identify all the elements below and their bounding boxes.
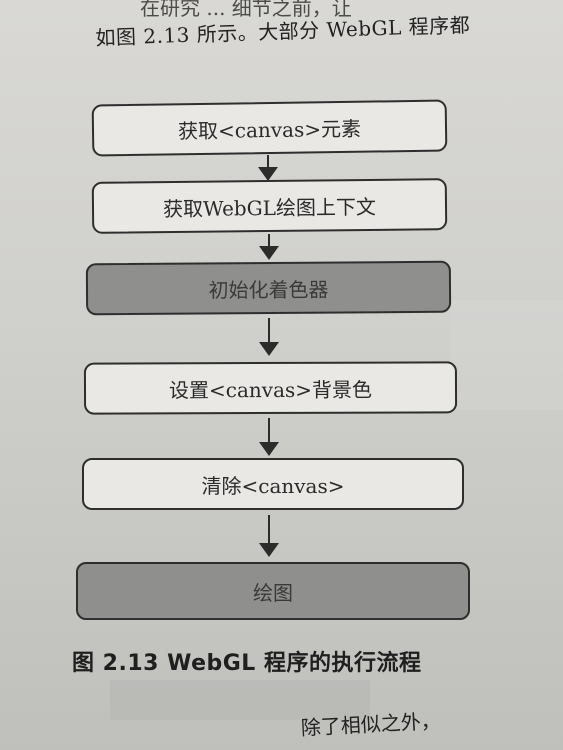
flow-arrow	[259, 318, 279, 356]
flow-arrow	[259, 418, 279, 456]
step-set-bg-color: 设置<canvas>背景色	[83, 361, 458, 415]
flow-arrow	[259, 515, 279, 557]
flow-arrow	[258, 155, 278, 181]
step-draw: 绘图	[76, 562, 470, 620]
step-get-webgl-context: 获取WebGL绘图上下文	[91, 178, 448, 234]
step-init-shaders: 初始化着色器	[85, 260, 452, 316]
step-clear-canvas: 清除<canvas>	[82, 458, 464, 510]
flowchart: 获取<canvas>元素 获取WebGL绘图上下文 初始化着色器 设置<canv…	[0, 0, 563, 750]
flow-arrow	[259, 234, 279, 260]
figure-caption: 图 2.13 WebGL 程序的执行流程	[72, 651, 422, 676]
step-get-canvas: 获取<canvas>元素	[91, 99, 448, 157]
